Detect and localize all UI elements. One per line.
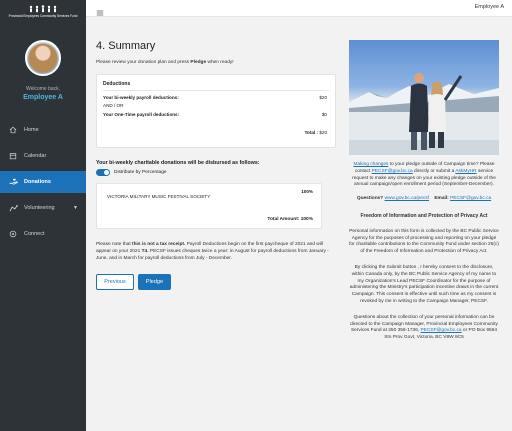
deductions-heading: Deductions	[103, 81, 131, 87]
distribute-toggle-row: Distribute by Percentage	[96, 169, 336, 176]
tax-receipt-note: Please note that this is not a tax recei…	[96, 242, 329, 261]
hamburger-menu-icon[interactable]	[96, 4, 104, 16]
deductions-card: Deductions Your bi-weekly payroll deduct…	[96, 74, 336, 148]
hand-heart-icon	[8, 177, 18, 187]
foi-paragraph-3: Questions about the collection of your p…	[350, 314, 498, 341]
top-user-name[interactable]: Employee A	[475, 4, 504, 10]
biweekly-deduction-row: Your bi-weekly payroll deductions: $20	[103, 95, 329, 102]
page-title: 4. Summary	[96, 40, 156, 52]
sidebar-user-name: Employee A	[23, 94, 63, 101]
onetime-deduction-row: Your One-Time payroll deductions: $0	[103, 112, 329, 119]
biweekly-deduction-value: $20	[319, 95, 327, 100]
biweekly-disbursement-heading: Your bi-weekly charitable donations will…	[96, 160, 260, 166]
sidebar-item-label: Donations	[24, 179, 51, 185]
toggle-label: Distribute by Percentage	[114, 170, 167, 175]
contact-row: Questions? www.gov.bc.ca/pecsf Email: PE…	[356, 196, 492, 202]
biweekly-deduction-label: Your bi-weekly payroll deductions:	[103, 95, 179, 100]
charity-card: 100% VICTORIA MILITARY MUSIC FESTIVAL SO…	[96, 183, 322, 229]
pecsf-email-link[interactable]: PECSF@gov.bc.ca	[372, 169, 413, 174]
and-or-text: AND / OR	[103, 102, 124, 108]
calendar-icon	[8, 151, 18, 161]
info-panel: Making changes to your pledge outside of…	[349, 40, 499, 342]
welcome-text: Welcome back,	[25, 86, 61, 92]
sidebar-nav: Home Calendar Donations Volunteering ▼ C…	[0, 119, 86, 245]
charity-percentage: 100%	[301, 189, 313, 194]
top-bar: Employee A	[86, 0, 512, 17]
charity-row: 100% VICTORIA MILITARY MUSIC FESTIVAL SO…	[105, 189, 313, 200]
askmyhr-link[interactable]: AskMyHR	[455, 169, 476, 174]
onetime-deduction-label: Your One-Time payroll deductions:	[103, 111, 180, 117]
sidebar-item-connect[interactable]: Connect	[0, 223, 86, 245]
sidebar: Provincial Employees Community Services …	[0, 0, 86, 431]
sidebar-item-calendar[interactable]: Calendar	[0, 145, 86, 167]
foi-paragraph-1: Personal information on this form is col…	[349, 228, 499, 255]
sidebar-item-label: Home	[24, 127, 39, 133]
org-name: Provincial Employees Community Services …	[8, 14, 78, 18]
people-icon	[8, 203, 18, 213]
deductions-total: Total : $20	[304, 130, 327, 135]
avatar	[25, 40, 61, 76]
distribute-by-percentage-toggle[interactable]	[96, 169, 110, 176]
campaign-photo-image	[349, 73, 499, 155]
foi-heading: Freedom of Information and Protection of…	[360, 212, 488, 219]
divider	[103, 90, 329, 91]
campaign-photo	[349, 40, 499, 155]
pecsf-website-link[interactable]: www.gov.bc.ca/pecsf	[385, 196, 429, 201]
org-logo-icon	[29, 5, 57, 13]
previous-button[interactable]: Previous	[96, 274, 134, 290]
main-content: 4. Summary Please review your donation p…	[96, 40, 336, 290]
sidebar-item-volunteering[interactable]: Volunteering ▼	[0, 197, 86, 219]
sidebar-item-label: Connect	[24, 231, 45, 237]
charity-total-amount: Total Amount: 100%	[267, 217, 313, 222]
foi-paragraph-2: By clicking the Submit button , I hereby…	[349, 264, 499, 304]
sidebar-item-label: Calendar	[24, 153, 47, 159]
action-buttons: Previous Pledge	[96, 274, 336, 290]
sidebar-item-home[interactable]: Home	[0, 119, 86, 141]
intro-text: Please review your donation plan and pre…	[96, 60, 234, 65]
home-icon	[8, 125, 18, 135]
making-changes-text: Making changes to your pledge outside of…	[352, 162, 496, 188]
pledge-button[interactable]: Pledge	[138, 274, 171, 290]
onetime-deduction-value: $0	[321, 111, 327, 117]
making-changes-link[interactable]: Making changes	[353, 162, 388, 167]
sidebar-item-donations[interactable]: Donations	[0, 171, 86, 193]
org-logo-block: Provincial Employees Community Services …	[0, 0, 86, 18]
charity-name: VICTORIA MILITARY MUSIC FESTIVAL SOCIETY	[107, 194, 211, 199]
contact-email-link[interactable]: PECSF@gov.bc.ca	[450, 196, 491, 201]
sidebar-item-label: Volunteering	[24, 205, 55, 211]
foi-email-link[interactable]: PECSF@gov.bc.ca	[421, 328, 462, 333]
chevron-down-icon[interactable]: ▼	[73, 205, 78, 211]
connect-icon	[8, 229, 18, 239]
